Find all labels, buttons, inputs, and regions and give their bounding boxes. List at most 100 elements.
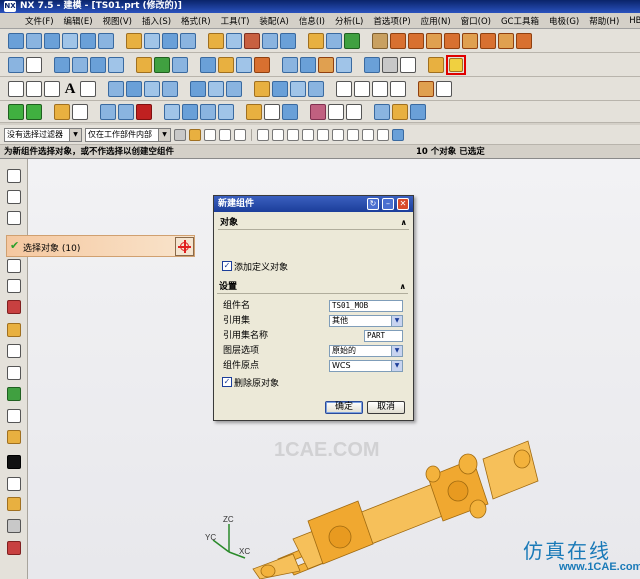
exploded-view-icon[interactable]: [282, 56, 298, 73]
helix-icon[interactable]: [108, 80, 124, 97]
project-curve-icon[interactable]: [162, 80, 178, 97]
quick-pick-icon[interactable]: [72, 103, 88, 120]
scope-filter-select[interactable]: 仅在工作部件内部 ▼: [85, 127, 171, 142]
mold-tools-tab-icon[interactable]: [7, 430, 21, 444]
delete-face-icon[interactable]: [462, 32, 478, 49]
offset-curve-icon[interactable]: [144, 80, 160, 97]
split-body-icon[interactable]: [280, 32, 296, 49]
chamfer-icon[interactable]: [208, 32, 224, 49]
menu-insert[interactable]: 插入(S): [137, 15, 176, 27]
curve-length-icon[interactable]: [308, 80, 324, 97]
point-icon[interactable]: [108, 56, 124, 73]
menu-preferences[interactable]: 首选项(P): [368, 15, 415, 27]
spline-icon[interactable]: [80, 80, 96, 97]
fixture-tools-tab-icon[interactable]: [7, 497, 21, 511]
assembly-navigator-icon[interactable]: [8, 103, 24, 120]
snap-control-icon[interactable]: [287, 128, 299, 141]
offset-face-icon[interactable]: [308, 32, 324, 49]
select-target-button[interactable]: [175, 237, 194, 256]
reference-set-select[interactable]: 其他 ▼: [329, 315, 403, 327]
clearance-analysis-icon[interactable]: [336, 56, 352, 73]
menu-edit[interactable]: 编辑(E): [59, 15, 98, 27]
dimension-icon[interactable]: [400, 56, 416, 73]
selection-scope-icon[interactable]: [189, 128, 201, 141]
promote-body-icon[interactable]: [408, 32, 424, 49]
pattern-icon[interactable]: [326, 32, 342, 49]
fillet-curve-icon[interactable]: [336, 80, 352, 97]
add-component-icon[interactable]: [136, 56, 152, 73]
section-curve-icon[interactable]: [208, 80, 224, 97]
shell-icon[interactable]: [226, 32, 242, 49]
wave-curve-icon[interactable]: [390, 80, 406, 97]
edit-object-display-icon[interactable]: [346, 103, 362, 120]
move-face-icon[interactable]: [480, 32, 496, 49]
menu-help[interactable]: 帮助(H): [584, 15, 624, 27]
measure-angle-icon[interactable]: [410, 103, 426, 120]
wireframe-icon[interactable]: [164, 103, 180, 120]
redo-icon[interactable]: [118, 103, 134, 120]
menu-format[interactable]: 格式(R): [176, 15, 216, 27]
reference-set-name-input[interactable]: PART: [364, 330, 403, 342]
assembly-navigator-tab-icon[interactable]: [7, 169, 21, 183]
iso-parametric-icon[interactable]: [418, 80, 434, 97]
menu-analysis[interactable]: 分析(L): [330, 15, 368, 27]
clip-section-icon[interactable]: [282, 103, 298, 120]
arc-icon[interactable]: [26, 80, 42, 97]
rotate-view-icon[interactable]: [200, 103, 216, 120]
part-navigator-icon[interactable]: [26, 103, 42, 120]
type-filter-select[interactable]: 没有选择过滤器 ▼: [4, 127, 82, 142]
sweep-icon[interactable]: [44, 32, 60, 49]
subtract-icon[interactable]: [144, 32, 160, 49]
settings-group-header[interactable]: 设置 ∧: [217, 280, 408, 294]
snap-on-curve-icon[interactable]: [362, 128, 374, 141]
datum-axis-icon[interactable]: [72, 56, 88, 73]
sketch-icon[interactable]: [8, 56, 24, 73]
resize-face-icon[interactable]: [498, 32, 514, 49]
composite-curve-icon[interactable]: [372, 80, 388, 97]
edit-curve-icon[interactable]: [290, 80, 306, 97]
menu-electrode[interactable]: 电极(G): [544, 15, 584, 27]
circle-icon[interactable]: [44, 80, 60, 97]
wcs-icon[interactable]: [374, 103, 390, 120]
system-scenes-tab-icon[interactable]: [7, 409, 21, 423]
mirror-icon[interactable]: [344, 32, 360, 49]
layer-option-select[interactable]: 原始的 ▼: [329, 345, 403, 357]
add-defined-objects-checkbox[interactable]: ✓ 添加定义对象: [222, 260, 288, 273]
replace-face-icon[interactable]: [444, 32, 460, 49]
select-object-row[interactable]: ✔ 选择对象 (10): [6, 235, 195, 257]
pan-view-icon[interactable]: [218, 103, 234, 120]
pocket-icon[interactable]: [98, 32, 114, 49]
menu-view[interactable]: 视图(V): [98, 15, 137, 27]
snap-on-face-icon[interactable]: [377, 128, 389, 141]
snap-center-icon[interactable]: [317, 128, 329, 141]
trim-body-icon[interactable]: [262, 32, 278, 49]
line-icon[interactable]: [8, 80, 24, 97]
datum-plane-icon[interactable]: [54, 56, 70, 73]
part-navigator-tab-icon[interactable]: [7, 211, 21, 225]
snap-endpoint-icon[interactable]: [257, 128, 269, 141]
component-array-icon[interactable]: [218, 56, 234, 73]
component-origin-select[interactable]: WCS ▼: [329, 360, 403, 372]
snap-point-dialog-icon[interactable]: [392, 128, 404, 141]
intersect-icon[interactable]: [162, 32, 178, 49]
measure-distance-icon[interactable]: [392, 103, 408, 120]
make-unique-icon[interactable]: [364, 56, 380, 73]
process-studio-tab-icon[interactable]: [7, 344, 21, 358]
minimize-icon[interactable]: –: [382, 198, 394, 210]
menu-window[interactable]: 窗口(O): [456, 15, 496, 27]
filter-settings-icon[interactable]: [174, 128, 186, 141]
replace-component-icon[interactable]: [236, 56, 252, 73]
system-materials-tab-icon[interactable]: [7, 323, 21, 337]
rectangle-icon[interactable]: [26, 56, 42, 73]
edge-blend-icon[interactable]: [180, 32, 196, 49]
snap-midpoint-icon[interactable]: [272, 128, 284, 141]
unite-icon[interactable]: [126, 32, 142, 49]
hole-icon[interactable]: [62, 32, 78, 49]
menu-information[interactable]: 信息(I): [294, 15, 330, 27]
thicken-icon[interactable]: [372, 32, 388, 49]
assembly-cut-icon[interactable]: [318, 56, 334, 73]
zoom-icon[interactable]: [246, 103, 262, 120]
checkbox-checked-icon[interactable]: ✓: [222, 377, 232, 387]
snap-intersection-icon[interactable]: [302, 128, 314, 141]
object-group-header[interactable]: 对象 ∧: [218, 216, 409, 230]
